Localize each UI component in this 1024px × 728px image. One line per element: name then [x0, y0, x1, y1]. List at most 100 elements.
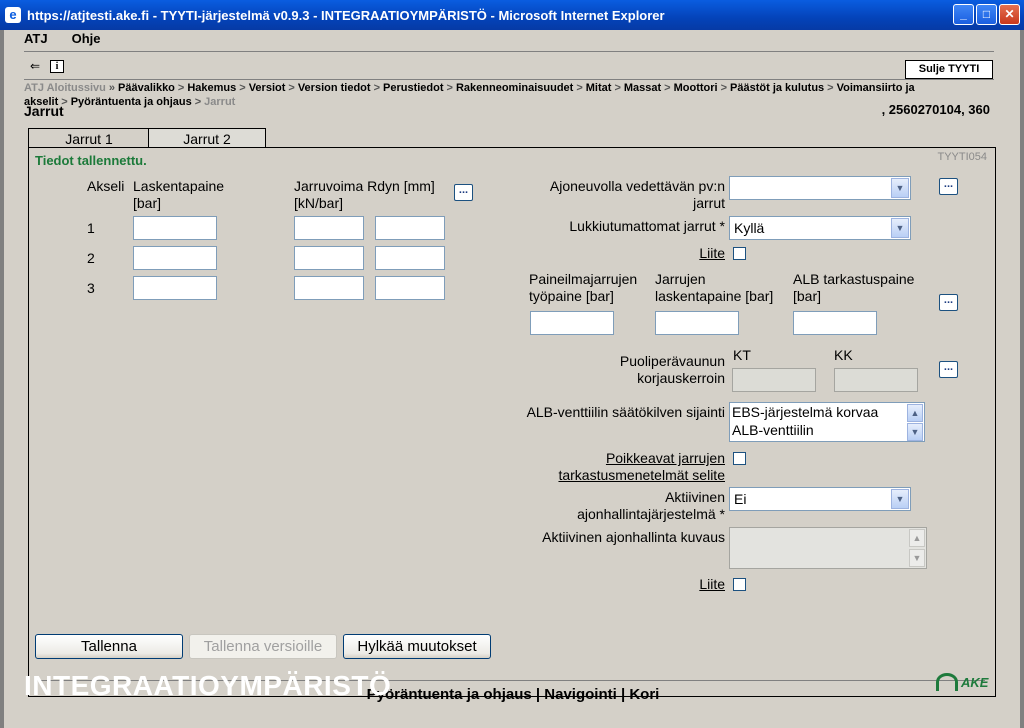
minimize-button[interactable]: _ — [953, 4, 974, 25]
active-control-desc-label: Aktiivinen ajonhallinta kuvaus — [542, 529, 725, 545]
deviating-methods-checkbox[interactable] — [733, 452, 746, 465]
calc-pressure-input[interactable] — [133, 246, 217, 270]
environment-banner: INTEGRAATIOYMPÄRISTÖ — [24, 670, 392, 701]
brake-calc-pressure-input[interactable] — [655, 311, 739, 335]
footer-link-nav[interactable]: Navigointi — [544, 686, 617, 703]
breadcrumb-item[interactable]: Hakemus — [187, 82, 236, 94]
close-window-button[interactable]: ✕ — [999, 4, 1020, 25]
air-brake-pressure-label: Paineilmajarrujen työpaine [bar] — [529, 271, 638, 304]
brake-force-input[interactable] — [375, 216, 445, 240]
attachment-link-2[interactable]: Liite — [625, 576, 725, 593]
kk-input — [834, 368, 918, 392]
close-tyyti-button[interactable]: Sulje TYYTI — [905, 60, 993, 79]
breadcrumb-item[interactable]: Versiot — [249, 82, 286, 94]
back-icon[interactable]: ⇐ — [28, 60, 42, 73]
brake-force-input[interactable] — [294, 246, 364, 270]
breadcrumb-root[interactable]: ATJ Aloitussivu — [24, 82, 106, 94]
chevron-down-icon: ▼ — [891, 218, 909, 238]
alb-lever-label: ALB-venttiilin säätökilven sijainti — [526, 404, 725, 420]
window-controls: _ □ ✕ — [953, 4, 1020, 25]
breadcrumb-item[interactable]: Mitat — [586, 82, 612, 94]
form-panel: Tiedot tallennettu. TYYTI054 Akseli Lask… — [28, 147, 996, 703]
pressure-more-button[interactable]: ... — [939, 294, 958, 311]
tab-jarrut-2[interactable]: Jarrut 2 — [148, 128, 266, 148]
attachment-checkbox-2[interactable] — [733, 578, 746, 591]
breadcrumb-item[interactable]: Päästöt ja kulutus — [730, 82, 824, 94]
breadcrumb-item[interactable]: Version tiedot — [298, 82, 371, 94]
ie-icon: e — [5, 7, 21, 23]
towed-vehicle-select[interactable]: ▼ — [729, 176, 911, 200]
attachment-link[interactable]: Liite — [625, 245, 725, 262]
brake-force-input[interactable] — [294, 216, 364, 240]
brake-calc-pressure-label: Jarrujen laskentapaine [bar] — [655, 271, 774, 304]
towed-vehicle-more-button[interactable]: ... — [939, 178, 958, 195]
page-title: Jarrut — [24, 103, 64, 119]
footer-link-prev[interactable]: Pyöräntuenta ja ohjaus — [367, 686, 532, 703]
page: ATJ Ohje ⇐ i Sulje TYYTI ATJ Aloitussivu… — [4, 30, 1020, 728]
coefficient-more-button[interactable]: ... — [939, 361, 958, 378]
calc-pressure-input[interactable] — [133, 216, 217, 240]
maximize-button[interactable]: □ — [976, 4, 997, 25]
calc-pressure-header: Laskentapaine [bar] — [133, 178, 225, 211]
scroll-down-icon: ▼ — [909, 549, 925, 567]
breadcrumb-item[interactable]: Perustiedot — [383, 82, 444, 94]
breadcrumb-current: Jarrut — [204, 96, 236, 108]
breadcrumb: ATJ Aloitussivu» Päävalikko > Hakemus > Versi… — [24, 82, 915, 108]
active-control-desc-textarea: ▲ ▼ — [729, 527, 927, 569]
active-control-label: Aktiivinen ajonhallintajärjestelmä * — [577, 489, 725, 522]
breadcrumb-item[interactable]: Päävalikko — [118, 82, 175, 94]
window-title-bar: e https://atjtesti.ake.fi - TYYTI-järjes… — [0, 0, 1024, 30]
breadcrumb-item[interactable]: Rakenneominaisuudet — [456, 82, 573, 94]
deviating-methods-link[interactable]: Poikkeavat jarrujen tarkastusmenetelmät … — [525, 450, 725, 484]
save-button[interactable]: Tallenna — [35, 634, 183, 659]
footer-link-next[interactable]: Kori — [629, 686, 659, 703]
toolbar: ⇐ i — [28, 60, 64, 73]
chevron-down-icon: ▼ — [891, 489, 909, 509]
calc-pressure-input[interactable] — [133, 276, 217, 300]
alb-lever-listbox[interactable]: EBS-järjestelmä korvaa ALB-venttiilin ▲ … — [729, 402, 925, 442]
antilock-select[interactable]: Kyllä ▼ — [729, 216, 911, 240]
brake-force-input[interactable] — [375, 276, 445, 300]
alb-check-pressure-input[interactable] — [793, 311, 877, 335]
chevron-down-icon: ▼ — [891, 178, 909, 198]
vehicle-id: , 2560270104, 360 — [881, 102, 990, 117]
ake-logo: AKE — [936, 673, 988, 691]
attachment-checkbox[interactable] — [733, 247, 746, 260]
active-control-select[interactable]: Ei ▼ — [729, 487, 911, 511]
menu-bar: ATJ Ohje — [24, 31, 101, 46]
breadcrumb-item[interactable]: Pyöräntuenta ja ohjaus — [71, 96, 192, 108]
antilock-label: Lukkiutumattomat jarrut * — [569, 218, 725, 234]
discard-changes-button[interactable]: Hylkää muutokset — [343, 634, 491, 659]
breadcrumb-item[interactable]: Moottori — [674, 82, 718, 94]
alb-check-pressure-label: ALB tarkastuspaine [bar] — [793, 271, 915, 304]
axle-number: 1 — [87, 220, 95, 236]
scroll-down-icon[interactable]: ▼ — [907, 423, 923, 441]
brake-force-more-button[interactable]: ... — [454, 184, 473, 201]
menu-item-ohje[interactable]: Ohje — [72, 31, 101, 46]
kt-input — [732, 368, 816, 392]
menu-item-atj[interactable]: ATJ — [24, 31, 48, 46]
form-code: TYYTI054 — [937, 151, 987, 163]
menu-divider — [24, 51, 994, 52]
info-icon[interactable]: i — [50, 60, 64, 73]
window-title: https://atjtesti.ake.fi - TYYTI-järjeste… — [27, 7, 665, 23]
semitrailer-coefficient-label: Puoliperävaunun korjauskerroin — [619, 353, 725, 386]
brake-force-header: Jarruvoima Rdyn [mm] [kN/bar] — [294, 178, 435, 211]
scroll-up-icon[interactable]: ▲ — [907, 404, 923, 422]
tab-jarrut-1[interactable]: Jarrut 1 — [28, 128, 150, 148]
alb-lever-option[interactable]: ALB-venttiilin — [732, 421, 924, 439]
brake-force-input[interactable] — [375, 246, 445, 270]
scroll-up-icon: ▲ — [909, 529, 925, 547]
ake-logo-icon — [936, 673, 958, 691]
air-brake-pressure-input[interactable] — [530, 311, 614, 335]
breadcrumb-item[interactable]: Massat — [624, 82, 661, 94]
towed-vehicle-label: Ajoneuvolla vedettävän pv:n jarrut — [549, 178, 725, 211]
alb-lever-option[interactable]: EBS-järjestelmä korvaa — [732, 403, 924, 421]
brake-force-input[interactable] — [294, 276, 364, 300]
axle-number: 3 — [87, 280, 95, 296]
kk-label: KK — [834, 347, 853, 363]
status-message: Tiedot tallennettu. — [35, 153, 147, 168]
save-versions-button: Tallenna versioille — [189, 634, 337, 659]
axle-number: 2 — [87, 250, 95, 266]
axle-header: Akseli — [87, 178, 125, 194]
